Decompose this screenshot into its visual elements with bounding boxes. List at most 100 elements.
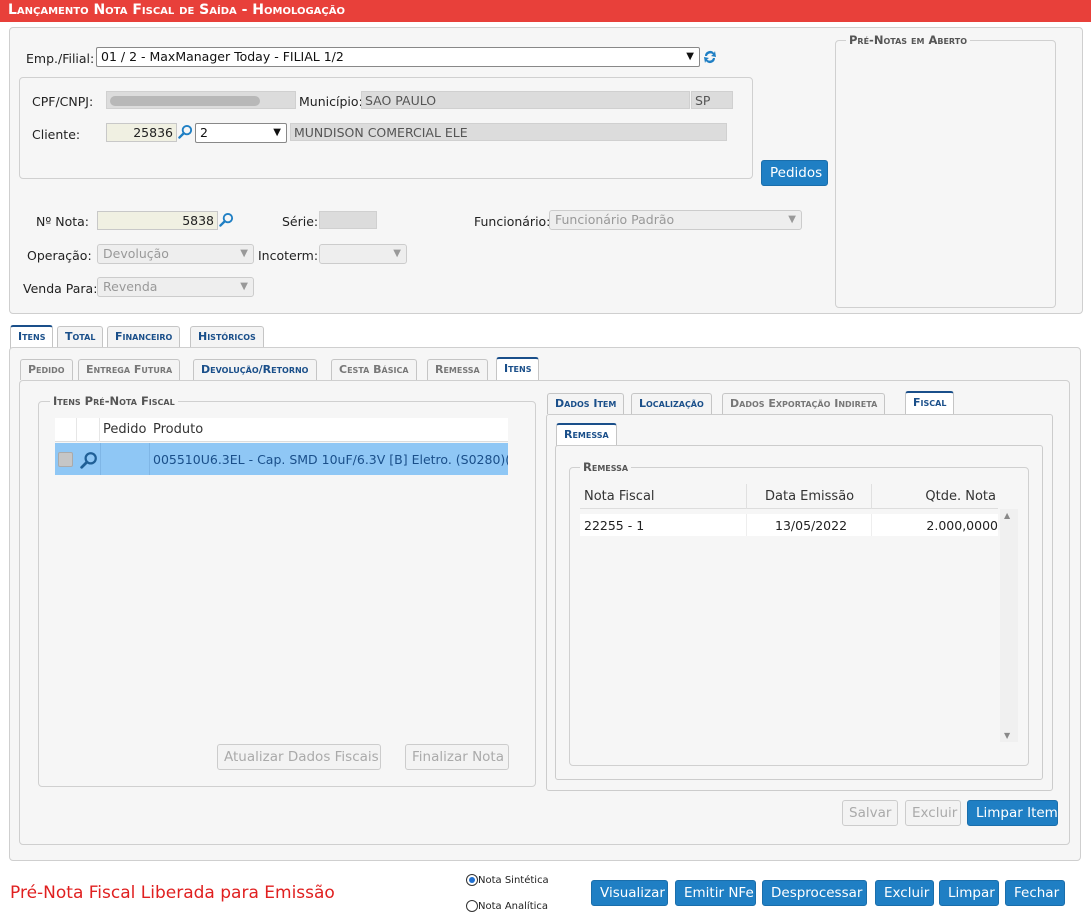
empfilial-label: Emp./Filial: (26, 51, 95, 66)
cliente-seq-value: 2 (200, 125, 208, 140)
chevron-down-icon: ▼ (240, 281, 248, 292)
empfilial-select[interactable]: 01 / 2 - MaxManager Today - FILIAL 1/2 ▼ (96, 47, 700, 67)
uf-field[interactable]: SP (691, 91, 733, 109)
funcionario-select[interactable]: Funcionário Padrão ▼ (549, 210, 802, 230)
fechar-button[interactable]: Fechar (1005, 880, 1065, 906)
subtab-devolucao[interactable]: Devolução/Retorno (193, 359, 317, 380)
atualizar-dados-fiscais-button[interactable]: Atualizar Dados Fiscais (217, 744, 381, 770)
desprocessar-button[interactable]: Desprocessar (762, 880, 867, 906)
col-divider (746, 514, 747, 536)
municipio-label: Município: (299, 94, 363, 109)
row-pedido-cell (100, 443, 150, 475)
cliente-search-icon[interactable] (178, 124, 193, 143)
operacao-value: Devolução (103, 246, 169, 261)
scroll-up-icon[interactable]: ▲ (1004, 511, 1010, 520)
radio-analitica-label: Nota Analítica (478, 901, 549, 912)
col-pedido[interactable]: Pedido (103, 422, 146, 437)
tab-remessa[interactable]: Remessa (556, 423, 617, 446)
remessa-row-nota: 22255 - 1 (584, 518, 645, 533)
scroll-down-icon[interactable]: ▼ (1004, 731, 1010, 740)
tab-dados-exportacao[interactable]: Dados Exportação Indireta (722, 393, 886, 414)
prenotas-fieldset (835, 40, 1056, 308)
cliente-code-input[interactable]: 25836 (106, 123, 177, 142)
tab-fiscal[interactable]: Fiscal (905, 391, 955, 414)
col-divider (871, 514, 872, 536)
remessa-header: Nota Fiscal Data Emissão Qtde. Nota (580, 484, 998, 509)
table-row[interactable]: 22255 - 1 13/05/2022 2.000,0000 (580, 514, 998, 536)
chevron-down-icon: ▼ (240, 248, 248, 259)
limpar-item-button[interactable]: Limpar Item (967, 800, 1058, 826)
excluir-item-button[interactable]: Excluir (905, 800, 961, 826)
venda-label: Venda Para: (23, 281, 98, 296)
refresh-icon[interactable] (702, 48, 718, 66)
chevron-down-icon: ▼ (788, 214, 796, 225)
col-qtde-nota[interactable]: Qtde. Nota (925, 489, 996, 504)
emitir-nfe-button[interactable]: Emitir NFe (675, 880, 756, 906)
operacao-select[interactable]: Devolução ▼ (97, 244, 254, 264)
row-search-icon[interactable] (80, 451, 98, 473)
municipio-field[interactable]: SAO PAULO (361, 91, 690, 109)
radio-sintetica-label: Nota Sintética (478, 875, 549, 886)
subtab-cesta-basica[interactable]: Cesta Básica (331, 359, 417, 380)
subtab-entrega-futura[interactable]: Entrega Futura (78, 359, 181, 380)
pedidos-button[interactable]: Pedidos (761, 160, 828, 186)
limpar-button[interactable]: Limpar (939, 880, 999, 906)
remessa-row-data: 13/05/2022 (775, 518, 848, 533)
nota-search-icon[interactable] (219, 212, 234, 231)
cliente-name-field[interactable]: MUNDISON COMERCIAL ELE (290, 123, 727, 141)
col-data-emissao[interactable]: Data Emissão (765, 489, 854, 504)
venda-select[interactable]: Revenda ▼ (97, 277, 254, 297)
tab-dados-item[interactable]: Dados Item (547, 393, 625, 414)
chevron-down-icon: ▼ (393, 248, 401, 259)
tab-total[interactable]: Total (57, 326, 104, 347)
excluir-button[interactable]: Excluir (875, 880, 934, 906)
nota-input[interactable]: 5838 (97, 211, 218, 230)
row-checkbox[interactable] (58, 452, 73, 467)
cliente-label: Cliente: (32, 127, 81, 142)
radio-dot (469, 877, 475, 883)
visualizar-button[interactable]: Visualizar (591, 880, 668, 906)
radio-unchecked-icon[interactable] (466, 900, 478, 912)
radio-analitica[interactable]: Nota Analítica (466, 900, 548, 912)
empfilial-value: 01 / 2 - MaxManager Today - FILIAL 1/2 (101, 49, 344, 64)
nota-label: Nº Nota: (36, 214, 89, 229)
remessa-legend: Remessa (580, 460, 632, 474)
col-nota-fiscal[interactable]: Nota Fiscal (584, 489, 655, 504)
radio-sintetica[interactable]: Nota Sintética (466, 874, 549, 886)
venda-value: Revenda (103, 279, 158, 294)
operacao-label: Operação: (27, 248, 92, 263)
row-produto: 005510U6.3EL - Cap. SMD 10uF/6.3V [B] El… (153, 452, 508, 467)
subtab-pedido[interactable]: Pedido (20, 359, 73, 380)
tab-financeiro[interactable]: Financeiro (107, 326, 181, 347)
itens-grid: Pedido Produto 005510U6.3EL - Cap. SMD 1… (55, 418, 508, 476)
cliente-seq-select[interactable]: 2 ▼ (195, 123, 287, 143)
col-produto[interactable]: Produto (153, 422, 203, 437)
col-divider (871, 484, 872, 509)
prenotas-legend: Pré-Notas em Aberto (846, 33, 970, 47)
remessa-row-qtde: 2.000,0000 (926, 518, 998, 533)
cpf-label: CPF/CNPJ: (32, 94, 94, 109)
grid-header-check (55, 418, 77, 442)
serie-field[interactable] (319, 211, 377, 229)
status-text: Pré-Nota Fiscal Liberada para Emissão (10, 883, 335, 903)
salvar-button[interactable]: Salvar (842, 800, 898, 826)
tab-historicos[interactable]: Históricos (190, 326, 264, 347)
window-title: Lançamento Nota Fiscal de Saída - Homolo… (0, 0, 1091, 22)
cpf-masked (110, 96, 260, 106)
finalizar-nota-button[interactable]: Finalizar Nota (405, 744, 509, 770)
subtab-itens[interactable]: Itens (496, 357, 540, 380)
subtab-remessa[interactable]: Remessa (427, 359, 488, 380)
tab-localizacao[interactable]: Localização (631, 393, 712, 414)
chevron-down-icon: ▼ (273, 127, 281, 138)
radio-checked-icon[interactable] (466, 874, 478, 886)
funcionario-label: Funcionário: (474, 214, 551, 229)
tab-itens[interactable]: Itens (10, 325, 54, 348)
cpf-field[interactable] (106, 91, 296, 109)
table-row[interactable]: 005510U6.3EL - Cap. SMD 10uF/6.3V [B] El… (55, 443, 508, 475)
grid-header-icon (77, 418, 100, 442)
incoterm-select[interactable]: ▼ (319, 244, 407, 264)
chevron-down-icon: ▼ (686, 51, 694, 62)
scrollbar[interactable]: ▲ ▼ (1000, 509, 1018, 742)
incoterm-label: Incoterm: (258, 248, 319, 263)
itens-legend: Itens Pré-Nota Fiscal (50, 394, 178, 408)
